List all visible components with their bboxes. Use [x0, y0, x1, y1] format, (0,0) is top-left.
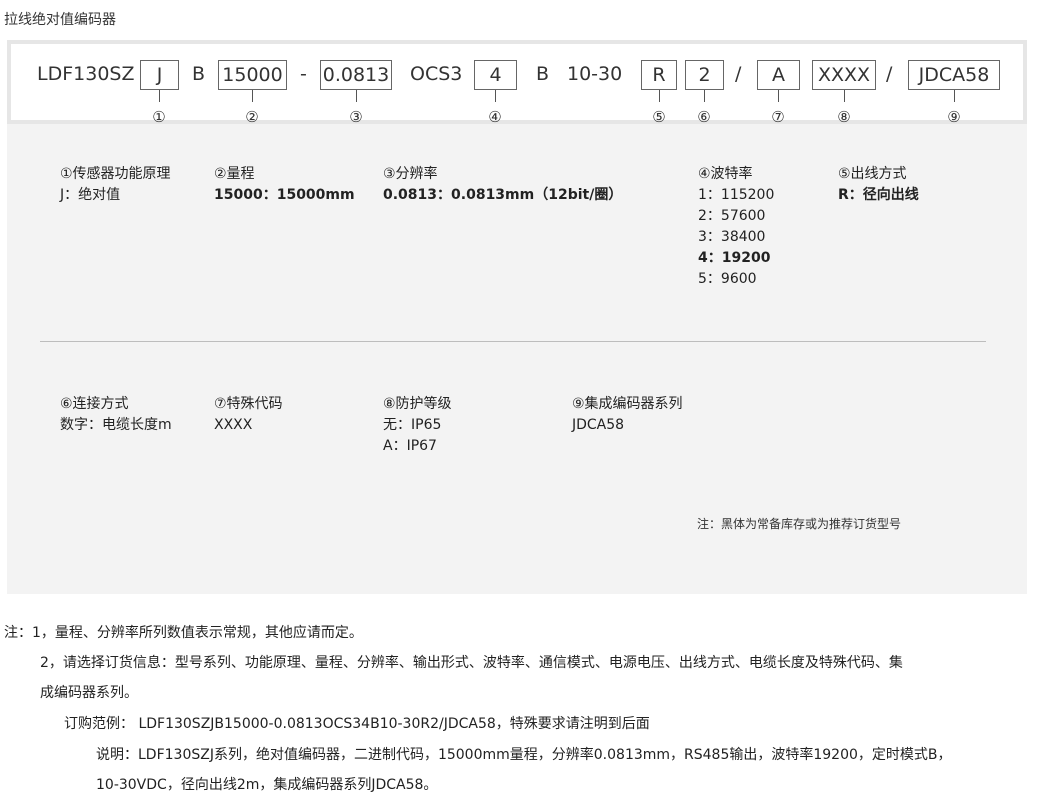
spec-value: R：径向出线: [838, 187, 919, 203]
marker-stem: [356, 90, 357, 102]
page-title: 拉线绝对值编码器: [4, 12, 116, 28]
code-box-encoder: JDCA58: [908, 60, 1000, 90]
spec-value: 5：9600: [698, 271, 757, 287]
marker-stem: [844, 90, 845, 102]
spec-heading: ⑧防护等级: [383, 396, 452, 412]
code-slash-2: /: [886, 63, 893, 85]
code-box-outlet: R: [641, 60, 677, 90]
stock-note: 注：黑体为常备库存或为推荐订货型号: [697, 517, 902, 531]
marker-stem: [778, 90, 779, 102]
example-desc-cont: 10-30VDC，径向出线2m，集成编码器系列JDCA58。: [96, 777, 438, 793]
code-fixed-b: B: [192, 63, 206, 85]
example-desc: 说明：LDF130SZJ系列，绝对值编码器，二进制代码，15000mm量程，分辨…: [96, 747, 952, 763]
spec-heading: ⑤出线方式: [838, 166, 907, 182]
code-box-protection: A: [757, 60, 800, 90]
spec-heading: ③分辨率: [383, 166, 438, 182]
marker-stem: [954, 90, 955, 102]
spec-value: 无：IP65: [383, 417, 442, 433]
spec-value: A：IP67: [383, 438, 437, 454]
code-series: LDF130SZ: [37, 63, 135, 85]
spec-heading: ⑨集成编码器系列: [572, 396, 683, 412]
marker-stem: [252, 90, 253, 102]
spec-value: JDCA58: [572, 417, 625, 433]
spec-value: 3：38400: [698, 229, 766, 245]
code-slash: /: [735, 63, 742, 85]
spec-panel: ①传感器功能原理 J：绝对值 ②量程 15000：15000mm ③分辨率 0.081…: [7, 124, 1027, 594]
spec-special: ⑦特殊代码 XXXX: [214, 394, 283, 436]
spec-range: ②量程 15000：15000mm: [214, 164, 355, 206]
spec-value: 15000：15000mm: [214, 187, 355, 203]
spec-heading: ②量程: [214, 166, 255, 182]
divider: [40, 341, 986, 342]
spec-encoder: ⑨集成编码器系列 JDCA58: [572, 394, 683, 436]
note-2: 2，请选择订货信息：型号系列、功能原理、量程、分辨率、输出形式、波特率、通信模式…: [40, 655, 903, 671]
spec-baud-rate: ④波特率 1：115200 2：57600 3：38400 4：19200 5：9600: [698, 164, 774, 290]
model-code-frame: LDF130SZ J B 15000 - 0.0813 OCS3 4 B 10-…: [7, 40, 1027, 126]
spec-outlet: ⑤出线方式 R：径向出线: [838, 164, 919, 206]
spec-value: 2：57600: [698, 208, 766, 224]
code-mode: B: [536, 63, 550, 85]
model-code-line: LDF130SZ J B 15000 - 0.0813 OCS3 4 B 10-…: [11, 60, 1023, 126]
marker-stem: [704, 90, 705, 102]
code-box-range: 15000: [218, 60, 287, 90]
spec-value: 数字：电缆长度m: [60, 417, 172, 433]
code-dash: -: [300, 63, 307, 85]
code-output: OCS3: [410, 63, 463, 85]
code-voltage: 10-30: [567, 63, 623, 85]
spec-heading: ⑦特殊代码: [214, 396, 283, 412]
note-2-cont: 成编码器系列。: [40, 685, 138, 701]
marker-stem: [495, 90, 496, 102]
spec-value: XXXX: [214, 417, 253, 433]
code-box-resolution: 0.0813: [320, 60, 392, 90]
spec-value: 1：115200: [698, 187, 775, 203]
order-example: 订购范例： LDF130SZJB15000-0.0813OCS34B10-30R…: [64, 716, 650, 732]
code-box-baud: 4: [474, 60, 517, 90]
spec-heading: ⑥连接方式: [60, 396, 129, 412]
spec-value: J：绝对值: [60, 187, 121, 203]
code-box-principle: J: [140, 60, 179, 90]
spec-protection: ⑧防护等级无：IP65 A：IP67: [383, 394, 452, 457]
spec-heading: ①传感器功能原理: [60, 166, 171, 182]
spec-value: 4：19200: [698, 250, 771, 266]
spec-heading: ④波特率: [698, 166, 753, 182]
marker-stem: [159, 90, 160, 102]
code-box-cable: 2: [685, 60, 724, 90]
spec-principle: ①传感器功能原理 J：绝对值: [60, 164, 171, 206]
note-1: 注：1，量程、分辨率所列数值表示常规，其他应请而定。: [4, 625, 363, 641]
marker-stem: [659, 90, 660, 102]
code-box-special: XXXX: [812, 60, 876, 90]
spec-connection: ⑥连接方式数字：电缆长度m: [60, 394, 172, 436]
spec-value: 0.0813：0.0813mm（12bit/圈）: [383, 187, 623, 203]
spec-resolution: ③分辨率 0.0813：0.0813mm（12bit/圈）: [383, 164, 622, 206]
